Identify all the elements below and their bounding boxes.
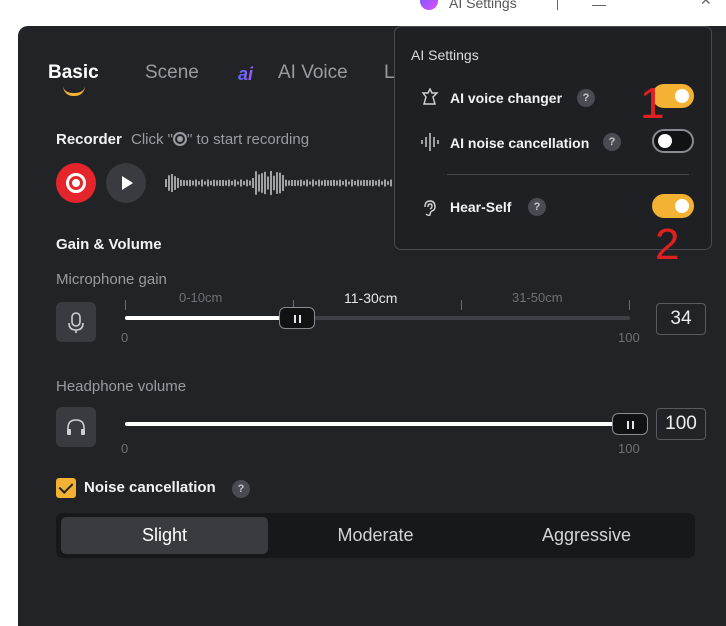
- annotation-marker-2: 2: [655, 220, 680, 269]
- ear-icon: [420, 198, 440, 218]
- record-inline-icon: [173, 132, 187, 146]
- hear-self-help-icon[interactable]: ?: [528, 198, 546, 216]
- headphone-volume-max: 100: [618, 441, 640, 456]
- microphone-gain-label: Microphone gain: [56, 271, 167, 288]
- record-icon: [66, 173, 86, 193]
- headphone-volume-fill: [125, 422, 630, 426]
- play-icon: [122, 176, 133, 190]
- noise-level-slight[interactable]: Slight: [61, 517, 268, 554]
- noise-level-segmented-control: Slight Moderate Aggressive: [56, 513, 695, 558]
- hear-self-toggle[interactable]: [652, 194, 694, 218]
- microphone-gain-handle[interactable]: [278, 307, 315, 329]
- toggle-knob: [675, 199, 689, 213]
- gain-volume-title: Gain & Volume: [56, 236, 162, 253]
- zone-mid: 11-30cm: [344, 290, 398, 306]
- recorder-hint-before: Click ": [131, 131, 173, 148]
- noise-cancellation-help-icon[interactable]: ?: [232, 480, 250, 498]
- ai-voice-tab-icon: ai: [238, 64, 266, 84]
- noise-cancellation-label: Noise cancellation: [84, 479, 216, 496]
- tab-ai-voice[interactable]: AI Voice: [278, 62, 348, 84]
- toggle-knob: [675, 89, 689, 103]
- window-title: AI Settings: [449, 0, 517, 11]
- minimize-icon[interactable]: [592, 5, 606, 6]
- scale-tick: [629, 300, 630, 310]
- headphone-volume-label: Headphone volume: [56, 378, 187, 395]
- window-titlebar: AI Settings ✕: [0, 0, 726, 26]
- annotation-marker-1: 1: [640, 79, 665, 128]
- record-button[interactable]: [56, 163, 96, 203]
- recorder-hint-after: " to start recording: [187, 131, 310, 148]
- noise-cancellation-icon: [420, 132, 440, 152]
- zone-far: 31-50cm: [512, 290, 563, 305]
- toggle-knob: [658, 134, 672, 148]
- ai-noise-cancellation-toggle[interactable]: [652, 129, 694, 153]
- microphone-gain-max: 100: [618, 330, 640, 345]
- ai-noise-cancellation-help-icon[interactable]: ?: [603, 133, 621, 151]
- noise-level-moderate[interactable]: Moderate: [272, 517, 479, 554]
- microphone-gain-min: 0: [121, 330, 129, 345]
- ai-settings-popup-title: AI Settings: [411, 47, 479, 63]
- hear-self-label: Hear-Self: [450, 199, 512, 215]
- microphone-gain-value[interactable]: 34: [656, 303, 706, 335]
- microphone-gain-fill: [125, 316, 297, 320]
- zone-near: 0-10cm: [179, 290, 223, 305]
- waveform: [165, 171, 392, 195]
- scale-tick: [461, 300, 462, 310]
- noise-cancellation-checkbox[interactable]: [56, 478, 76, 498]
- tab-scene[interactable]: Scene: [145, 62, 199, 84]
- noise-level-aggressive[interactable]: Aggressive: [483, 517, 690, 554]
- recorder-hint: Click " " to start recording: [131, 131, 309, 148]
- headphone-volume-handle[interactable]: [612, 413, 648, 435]
- ai-voice-changer-help-icon[interactable]: ?: [577, 89, 595, 107]
- scale-tick: [125, 300, 126, 310]
- tab-partial[interactable]: L: [384, 62, 395, 84]
- voice-changer-icon: [420, 87, 440, 108]
- microphone-icon[interactable]: [56, 302, 96, 342]
- ai-noise-cancellation-label: AI noise cancellation: [450, 135, 590, 151]
- ai-logo-icon: [420, 0, 438, 10]
- headphone-volume-min: 0: [121, 441, 129, 456]
- tab-basic[interactable]: Basic: [48, 62, 99, 84]
- play-button[interactable]: [106, 163, 146, 203]
- close-icon[interactable]: ✕: [700, 0, 712, 9]
- headphone-icon[interactable]: [56, 407, 96, 447]
- ai-settings-popup: AI Settings AI voice changer ? AI noise …: [394, 26, 712, 250]
- ai-voice-changer-label: AI voice changer: [450, 90, 563, 106]
- headphone-volume-value[interactable]: 100: [656, 408, 706, 440]
- popup-divider: [447, 174, 689, 175]
- recorder-title: Recorder: [56, 131, 122, 148]
- titlebar-divider: [557, 0, 558, 10]
